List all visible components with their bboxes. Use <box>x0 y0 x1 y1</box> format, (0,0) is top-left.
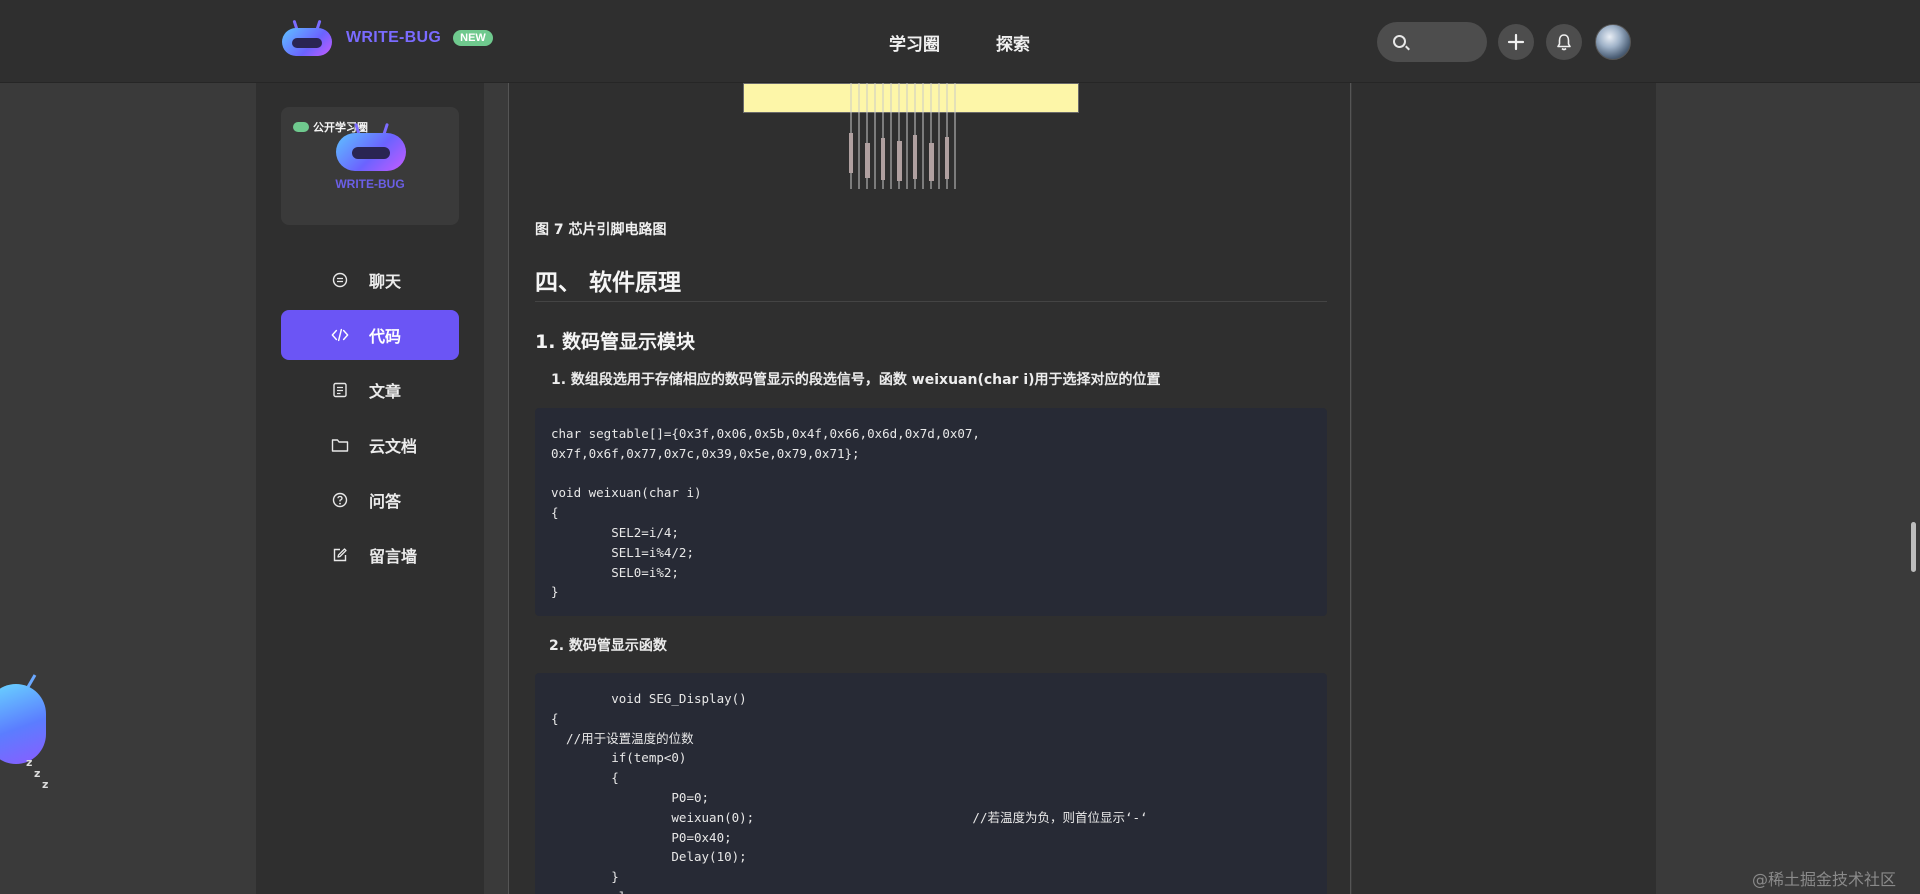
top-navigation-bar: WRITE-BUG NEW 学习圈 探索 <box>0 0 1920 83</box>
edit-icon <box>331 546 349 564</box>
sidebar-item-code[interactable]: 代码 <box>281 310 459 360</box>
article-content: 图 7 芯片引脚电路图 四、 软件原理 1. 数码管显示模块 1. 数组段选用于… <box>508 83 1351 894</box>
sidebar-item-label: 问答 <box>369 492 402 511</box>
sleep-z: z <box>26 756 33 769</box>
sidebar-item-articles[interactable]: 文章 <box>281 365 459 415</box>
sidebar-item-label: 代码 <box>369 327 402 346</box>
page-scrollbar[interactable] <box>1904 83 1920 894</box>
watermark: @稀土掘金技术社区 <box>1752 870 1897 889</box>
sleep-z: z <box>42 778 49 791</box>
figure-caption: 图 7 芯片引脚电路图 <box>535 222 667 238</box>
subsection-heading: 1. 数码管显示模块 <box>535 331 696 353</box>
notifications-button[interactable] <box>1546 24 1582 60</box>
user-avatar[interactable] <box>1595 24 1631 60</box>
right-panel <box>1352 83 1656 894</box>
paragraph-point-2: 2. 数码管显示函数 <box>549 638 667 654</box>
code-text: void SEG_Display() { //用于设置温度的位数 if(temp… <box>551 691 1148 894</box>
bell-icon <box>1557 34 1571 51</box>
sleeping-robot-icon <box>0 684 46 764</box>
sidebar-item-chat[interactable]: 聊天 <box>281 255 459 305</box>
sidebar-item-label: 云文档 <box>369 437 418 456</box>
main-nav: 学习圈 探索 <box>889 30 1030 55</box>
scrollbar-thumb[interactable] <box>1911 522 1916 572</box>
sidebar-item-label: 留言墙 <box>369 547 418 566</box>
study-circle-card[interactable]: 公开学习圈 WRITE-BUG <box>281 107 459 225</box>
sidebar-item-label: 文章 <box>369 382 402 401</box>
plus-icon <box>1507 33 1525 51</box>
nav-explore[interactable]: 探索 <box>996 30 1030 55</box>
code-text: char segtable[]={0x3f,0x06,0x5b,0x4f,0x6… <box>551 426 980 600</box>
heading-divider <box>535 301 1327 302</box>
nav-study-circle[interactable]: 学习圈 <box>889 30 940 55</box>
chip-pin-circuit-figure <box>743 83 1079 193</box>
card-brand-name: WRITE-BUG <box>335 177 405 191</box>
sidebar-item-message-wall[interactable]: 留言墙 <box>281 530 459 580</box>
chat-icon <box>331 271 349 289</box>
robot-logo-icon <box>280 19 334 56</box>
question-icon <box>331 491 349 509</box>
logo[interactable]: WRITE-BUG NEW <box>280 19 493 56</box>
code-block[interactable]: char segtable[]={0x3f,0x06,0x5b,0x4f,0x6… <box>535 408 1327 616</box>
pin-lines-graphic <box>849 83 956 189</box>
sidebar-item-cloud-docs[interactable]: 云文档 <box>281 420 459 470</box>
floating-mascot[interactable]: z z z <box>0 674 50 791</box>
search-icon <box>1393 35 1406 48</box>
article-icon <box>331 381 349 399</box>
code-icon <box>331 326 349 344</box>
robot-mascot-icon <box>336 122 406 171</box>
sidebar-item-qa[interactable]: 问答 <box>281 475 459 525</box>
left-sidebar: 公开学习圈 WRITE-BUG 聊天 代码 文章 云文档 问答 留言墙 <box>256 83 484 894</box>
sidebar-item-label: 聊天 <box>369 272 402 291</box>
paragraph-point-1: 1. 数组段选用于存储相应的数码管显示的段选信号，函数 weixuan(char… <box>551 372 1161 388</box>
new-badge: NEW <box>453 30 493 46</box>
robot-tag-icon <box>293 122 309 132</box>
sleep-z: z <box>34 767 41 780</box>
folder-icon <box>331 436 349 454</box>
search-input[interactable] <box>1377 22 1487 62</box>
code-block[interactable]: void SEG_Display() { //用于设置温度的位数 if(temp… <box>535 673 1327 894</box>
create-button[interactable] <box>1498 24 1534 60</box>
brand-name: WRITE-BUG <box>346 29 442 46</box>
section-heading: 四、 软件原理 <box>535 270 682 296</box>
